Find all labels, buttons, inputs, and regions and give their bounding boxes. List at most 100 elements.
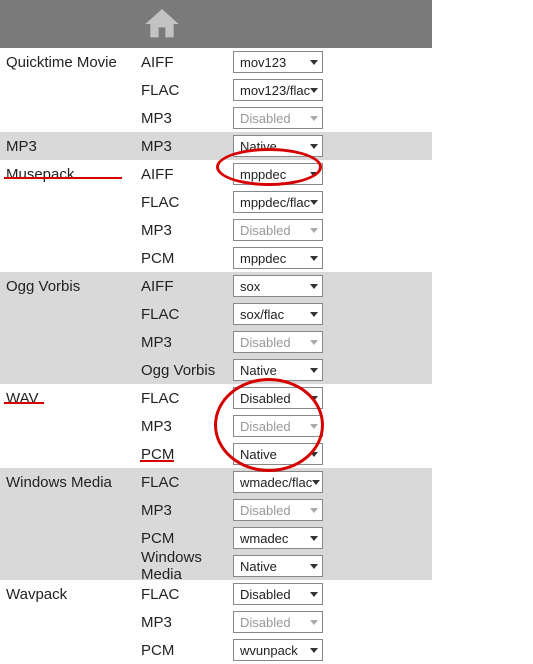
codec-select[interactable]: Native [233, 359, 323, 381]
codec-label: FLAC [141, 194, 233, 211]
codec-row: FLACmppdec/flac [0, 188, 432, 216]
codec-label: Ogg Vorbis [141, 362, 233, 379]
chevron-down-icon [310, 564, 318, 569]
format-group: Quicktime MovieAIFFmov123FLACmov123/flac… [0, 48, 432, 132]
codec-label: MP3 [141, 334, 233, 351]
codec-label: PCM [141, 642, 233, 659]
codec-row: WavpackFLACDisabled [0, 580, 432, 608]
codec-row: MP3Disabled [0, 412, 432, 440]
codec-row: Ogg VorbisAIFFsox [0, 272, 432, 300]
codec-select-value: wmadec/flac [240, 475, 312, 490]
codec-row: PCMmppdec [0, 244, 432, 272]
codec-row: PCMwmadec [0, 524, 432, 552]
chevron-down-icon [310, 396, 318, 401]
codec-select-cell: sox [233, 275, 343, 297]
codec-select[interactable]: Disabled [233, 331, 323, 353]
codec-select[interactable]: Disabled [233, 219, 323, 241]
codec-select-cell: Disabled [233, 219, 343, 241]
codec-select-value: Native [240, 559, 277, 574]
chevron-down-icon [310, 256, 318, 261]
codec-label: AIFF [141, 54, 233, 71]
codec-label: FLAC [141, 306, 233, 323]
chevron-down-icon [310, 200, 318, 205]
format-group: WAVFLACDisabledMP3DisabledPCMNative [0, 384, 432, 468]
codec-select-cell: Native [233, 359, 343, 381]
codec-select-value: sox/flac [240, 307, 284, 322]
codec-select[interactable]: mppdec/flac [233, 191, 323, 213]
chevron-down-icon [310, 508, 318, 513]
codec-select-cell: Disabled [233, 107, 343, 129]
codec-table: Quicktime MovieAIFFmov123FLACmov123/flac… [0, 48, 432, 664]
codec-select-cell: mov123/flac [233, 79, 343, 101]
codec-label: FLAC [141, 82, 233, 99]
codec-select[interactable]: Disabled [233, 583, 323, 605]
codec-select[interactable]: Disabled [233, 387, 323, 409]
codec-label: MP3 [141, 502, 233, 519]
codec-row: MP3MP3Native [0, 132, 432, 160]
codec-select[interactable]: Disabled [233, 611, 323, 633]
codec-select-cell: Native [233, 443, 343, 465]
codec-select[interactable]: Disabled [233, 415, 323, 437]
codec-select[interactable]: mppdec [233, 247, 323, 269]
codec-select-cell: Disabled [233, 499, 343, 521]
codec-select-value: wvunpack [240, 643, 298, 658]
codec-select-value: Disabled [240, 391, 291, 406]
codec-select[interactable]: sox [233, 275, 323, 297]
codec-select[interactable]: Disabled [233, 499, 323, 521]
codec-label: FLAC [141, 390, 233, 407]
chevron-down-icon [310, 368, 318, 373]
codec-select-cell: Native [233, 135, 343, 157]
chevron-down-icon [310, 312, 318, 317]
codec-label: MP3 [141, 110, 233, 127]
codec-row: Ogg VorbisNative [0, 356, 432, 384]
chevron-down-icon [310, 536, 318, 541]
codec-label: MP3 [141, 418, 233, 435]
codec-select-value: Disabled [240, 335, 291, 350]
annotation-underline-mp3 [4, 177, 122, 179]
codec-label: PCM [141, 530, 233, 547]
codec-select[interactable]: mov123/flac [233, 79, 323, 101]
codec-select[interactable]: Native [233, 555, 323, 577]
chevron-down-icon [310, 648, 318, 653]
codec-select-cell: wvunpack [233, 639, 343, 661]
codec-row: WAVFLACDisabled [0, 384, 432, 412]
chevron-down-icon [310, 144, 318, 149]
codec-label: FLAC [141, 474, 233, 491]
codec-row: Windows MediaFLACwmadec/flac [0, 468, 432, 496]
codec-row: MP3 Disabled [0, 104, 432, 132]
codec-row: Quicktime MovieAIFFmov123 [0, 48, 432, 76]
codec-select[interactable]: Native [233, 135, 323, 157]
codec-row: FLACmov123/flac [0, 76, 432, 104]
chevron-down-icon [310, 116, 318, 121]
format-label: Quicktime Movie [0, 54, 141, 71]
codec-select-cell: Disabled [233, 583, 343, 605]
chevron-down-icon [310, 284, 318, 289]
codec-select[interactable]: Disabled [233, 107, 323, 129]
codec-select-cell: Disabled [233, 331, 343, 353]
chevron-down-icon [310, 424, 318, 429]
codec-select-value: Disabled [240, 111, 291, 126]
codec-select-value: Native [240, 447, 277, 462]
codec-select[interactable]: wvunpack [233, 639, 323, 661]
codec-select-value: Native [240, 139, 277, 154]
codec-select-cell: mppdec [233, 247, 343, 269]
codec-row: Windows MediaNative [0, 552, 432, 580]
codec-select[interactable]: sox/flac [233, 303, 323, 325]
codec-row: MP3Disabled [0, 216, 432, 244]
chevron-down-icon [310, 452, 318, 457]
codec-select-value: mppdec [240, 251, 286, 266]
codec-label: FLAC [141, 586, 233, 603]
format-label: Wavpack [0, 586, 141, 603]
codec-select-value: Disabled [240, 615, 291, 630]
codec-select[interactable]: wmadec/flac [233, 471, 323, 493]
home-icon[interactable] [140, 4, 184, 44]
codec-select-cell: Disabled [233, 387, 343, 409]
chevron-down-icon [310, 228, 318, 233]
codec-label: AIFF [141, 278, 233, 295]
codec-select[interactable]: mppdec [233, 163, 323, 185]
codec-select[interactable]: wmadec [233, 527, 323, 549]
format-label: Ogg Vorbis [0, 278, 141, 295]
codec-select-cell: Disabled [233, 611, 343, 633]
codec-select[interactable]: mov123 [233, 51, 323, 73]
codec-select[interactable]: Native [233, 443, 323, 465]
